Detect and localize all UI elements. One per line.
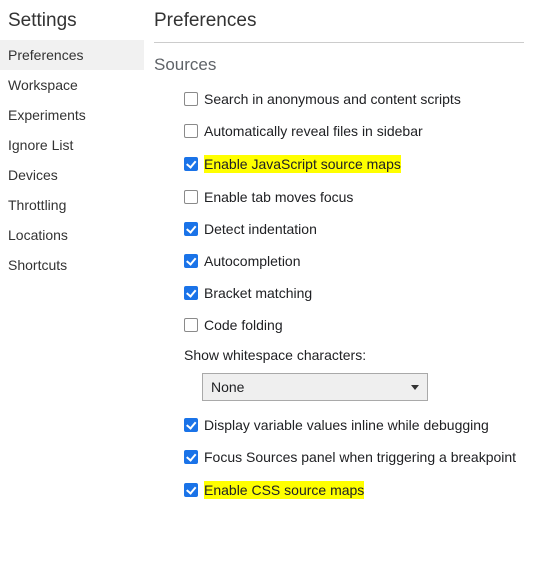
option-detect-indentation[interactable]: Detect indentation	[184, 213, 524, 245]
option-focus-sources-panel-when-triggering-a-breakpoint[interactable]: Focus Sources panel when triggering a br…	[184, 441, 524, 473]
chevron-down-icon	[411, 385, 419, 390]
option-label: Bracket matching	[204, 285, 312, 301]
sidebar-item-preferences[interactable]: Preferences	[0, 40, 144, 70]
sidebar-item-label: Throttling	[8, 197, 66, 213]
checkbox[interactable]	[184, 92, 198, 106]
option-bracket-matching[interactable]: Bracket matching	[184, 277, 524, 309]
sidebar-item-label: Workspace	[8, 77, 78, 93]
option-label: Detect indentation	[204, 221, 317, 237]
option-display-variable-values-inline-while-debugging[interactable]: Display variable values inline while deb…	[184, 409, 524, 441]
checkbox[interactable]	[184, 483, 198, 497]
option-label: Enable JavaScript source maps	[204, 155, 401, 173]
option-search-in-anonymous-and-content-scripts[interactable]: Search in anonymous and content scripts	[184, 83, 524, 115]
sidebar-item-devices[interactable]: Devices	[0, 160, 144, 190]
option-enable-css-source-maps[interactable]: Enable CSS source maps	[184, 473, 524, 507]
option-code-folding[interactable]: Code folding	[184, 309, 524, 341]
sidebar-title: Settings	[0, 6, 144, 40]
option-enable-javascript-source-maps[interactable]: Enable JavaScript source maps	[184, 147, 524, 181]
option-label: Enable tab moves focus	[204, 189, 353, 205]
checkbox[interactable]	[184, 418, 198, 432]
sidebar-item-label: Shortcuts	[8, 257, 67, 273]
option-label: Search in anonymous and content scripts	[204, 91, 461, 107]
sidebar-item-label: Locations	[8, 227, 68, 243]
whitespace-label: Show whitespace characters:	[184, 341, 524, 369]
option-label: Automatically reveal files in sidebar	[204, 123, 423, 139]
sidebar-item-ignore-list[interactable]: Ignore List	[0, 130, 144, 160]
checkbox[interactable]	[184, 124, 198, 138]
sidebar-item-label: Experiments	[8, 107, 86, 123]
checkbox[interactable]	[184, 286, 198, 300]
whitespace-select-value: None	[211, 379, 244, 395]
section-title-sources: Sources	[154, 53, 524, 83]
sidebar-item-label: Devices	[8, 167, 58, 183]
option-enable-tab-moves-focus[interactable]: Enable tab moves focus	[184, 181, 524, 213]
settings-sidebar: Settings Preferences Workspace Experiments…	[0, 0, 144, 574]
checkbox[interactable]	[184, 254, 198, 268]
page-title: Preferences	[154, 6, 524, 42]
sidebar-item-locations[interactable]: Locations	[0, 220, 144, 250]
option-automatically-reveal-files-in-sidebar[interactable]: Automatically reveal files in sidebar	[184, 115, 524, 147]
checkbox[interactable]	[184, 190, 198, 204]
checkbox[interactable]	[184, 157, 198, 171]
option-label: Autocompletion	[204, 253, 301, 269]
option-label: Enable CSS source maps	[204, 481, 364, 499]
option-autocompletion[interactable]: Autocompletion	[184, 245, 524, 277]
option-label: Focus Sources panel when triggering a br…	[204, 449, 516, 465]
divider	[154, 42, 524, 43]
preferences-panel: Preferences Sources Search in anonymous …	[144, 0, 536, 574]
checkbox[interactable]	[184, 318, 198, 332]
sidebar-item-workspace[interactable]: Workspace	[0, 70, 144, 100]
whitespace-select[interactable]: None	[202, 373, 428, 401]
sidebar-item-throttling[interactable]: Throttling	[0, 190, 144, 220]
sidebar-item-label: Preferences	[8, 47, 83, 63]
checkbox[interactable]	[184, 450, 198, 464]
option-label: Display variable values inline while deb…	[204, 417, 489, 433]
checkbox[interactable]	[184, 222, 198, 236]
sidebar-item-shortcuts[interactable]: Shortcuts	[0, 250, 144, 280]
option-label: Code folding	[204, 317, 283, 333]
sidebar-item-experiments[interactable]: Experiments	[0, 100, 144, 130]
sidebar-item-label: Ignore List	[8, 137, 73, 153]
